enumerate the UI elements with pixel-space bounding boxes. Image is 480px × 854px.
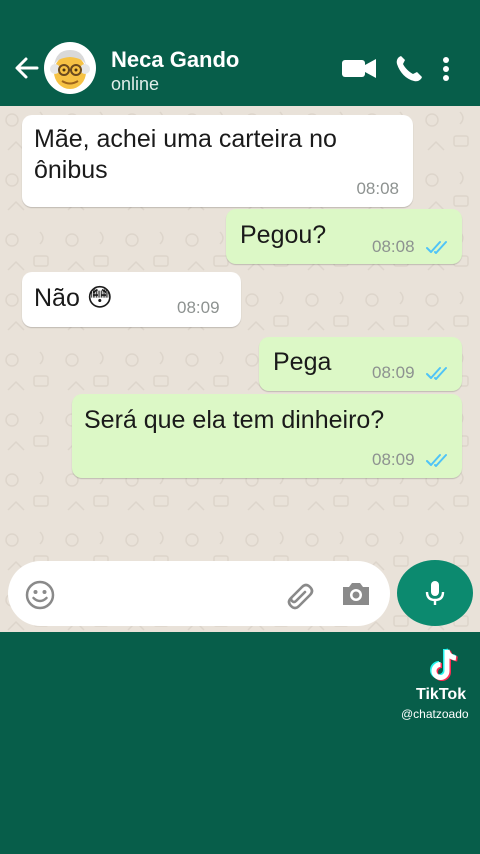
emoji-icon[interactable] <box>24 579 56 611</box>
message-bubble-outgoing[interactable]: Será que ela tem dinheiro? 08:09 <box>72 394 462 478</box>
read-ticks-icon <box>426 454 447 467</box>
mic-icon <box>425 581 445 605</box>
message-text: Será que ela tem dinheiro? <box>84 406 385 434</box>
message-text: Pegou? <box>240 221 327 249</box>
message-time: 08:09 <box>177 298 220 317</box>
contact-status: online <box>111 74 160 94</box>
message-text: Pega <box>273 348 332 376</box>
attach-icon[interactable] <box>281 578 315 612</box>
read-ticks-icon <box>426 367 447 380</box>
back-arrow-icon[interactable] <box>10 52 42 84</box>
mic-button[interactable] <box>397 560 473 626</box>
message-text: Mãe, achei uma carteira no <box>34 125 337 153</box>
camera-icon[interactable] <box>339 578 373 610</box>
chat-header: Neca Gando online <box>0 0 480 106</box>
more-vert-icon[interactable] <box>436 52 456 84</box>
message-text: ônibus <box>34 156 108 184</box>
avatar[interactable] <box>44 42 96 94</box>
chat-area[interactable]: Mãe, achei uma carteira no ônibus 08:08 … <box>0 106 480 632</box>
message-bubble-incoming[interactable]: Mãe, achei uma carteira no ônibus 08:08 <box>22 115 413 207</box>
message-time: 08:09 <box>372 363 415 382</box>
read-ticks-icon <box>426 241 447 254</box>
grandpa-emoji-icon <box>50 50 90 89</box>
video-call-icon[interactable] <box>340 52 378 84</box>
message-time: 08:09 <box>372 450 415 469</box>
message-time: 08:08 <box>356 179 399 198</box>
phone-icon[interactable] <box>394 52 424 84</box>
tiktok-logo-icon <box>430 648 458 681</box>
tiktok-brand: TikTok <box>416 686 467 703</box>
message-bubble-outgoing[interactable]: Pegou? 08:08 <box>226 209 462 264</box>
tiktok-handle: @chatzoado <box>401 707 469 721</box>
message-input-bar[interactable] <box>8 561 390 626</box>
message-time: 08:08 <box>372 237 415 256</box>
message-text: Não 😳 <box>34 284 113 312</box>
message-bubble-outgoing[interactable]: Pega 08:09 <box>259 337 462 391</box>
message-bubble-incoming[interactable]: Não 😳 08:09 <box>22 272 241 327</box>
contact-name[interactable]: Neca Gando <box>111 47 239 73</box>
